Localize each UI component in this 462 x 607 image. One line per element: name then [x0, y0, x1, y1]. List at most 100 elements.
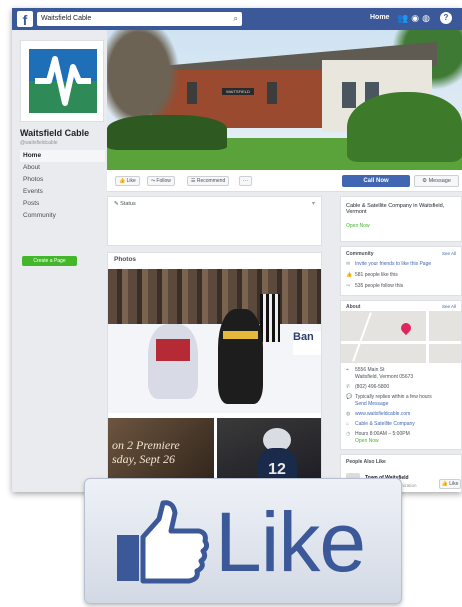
likes-text: 581 people like this [355, 272, 398, 278]
map-road [352, 312, 372, 362]
premiere-line-2: sday, Sept 26 [112, 452, 175, 466]
cover-bush [347, 92, 462, 162]
phone-icon: ✆ [346, 384, 351, 390]
rink-board-text: Ban [293, 331, 321, 355]
facebook-logo-icon[interactable]: f [17, 11, 33, 28]
map-pin-icon [398, 320, 414, 336]
page-category: Cable & Satellite Company in Waitsfield,… [346, 203, 445, 215]
window [342, 82, 356, 108]
category-row[interactable]: ⌂ Cable & Satellite Company [346, 421, 415, 427]
create-page-button[interactable]: Create a Page [22, 256, 77, 266]
status-tab[interactable]: ✎ Status [114, 201, 136, 207]
hockey-photo[interactable]: Ban [108, 269, 321, 413]
map-road [426, 311, 429, 363]
address-line-1: 5556 Main St [355, 367, 385, 373]
like-text: Like [215, 495, 366, 589]
community-card: Community See All ✉ Invite your friends t… [340, 246, 462, 296]
status-composer[interactable]: ✎ Status ▾ [107, 196, 322, 246]
about-title: About [346, 304, 361, 310]
follow-icon: ⤳ [346, 283, 351, 289]
recommend-button[interactable]: ☰ Recommend [187, 176, 230, 186]
top-icons: 👥◉◍ [397, 13, 433, 24]
search-input[interactable]: Waitsfield Cable ⌕ [37, 12, 242, 26]
chevron-down-icon[interactable]: ▾ [312, 200, 315, 207]
call-now-button[interactable]: Call Now [342, 175, 410, 187]
top-bar: f Waitsfield Cable ⌕ Home 👥◉◍ ? [12, 8, 462, 30]
response-text: Typically replies within a few hours [355, 394, 432, 400]
send-message-link[interactable]: Send Message [355, 401, 388, 407]
like-button[interactable]: 👍 Like [115, 176, 140, 186]
phone-row[interactable]: ✆ (802) 496-5800 [346, 384, 389, 390]
nav-item-about[interactable]: About [20, 162, 105, 174]
building-sign: WAITSFIELD [222, 88, 254, 95]
like-label: Like [126, 178, 136, 184]
facebook-page-screenshot: f Waitsfield Cable ⌕ Home 👥◉◍ ? Waitsfie… [12, 8, 462, 492]
messages-icon[interactable]: ◉ [411, 13, 422, 23]
website-row[interactable]: ◍ www.waitsfieldcable.com [346, 411, 410, 417]
follow-label: Follow [156, 178, 171, 184]
cover-photo[interactable]: WAITSFIELD [107, 30, 462, 170]
location-icon: ⌖ [346, 367, 349, 373]
community-title: Community [346, 251, 374, 257]
category-link: Cable & Satellite Company [355, 421, 415, 427]
more-button[interactable]: ··· [239, 176, 252, 186]
invite-icon: ✉ [346, 261, 351, 267]
website-link: www.waitsfieldcable.com [355, 411, 411, 417]
page-action-bar: 👍 Like ⤳ Follow ☰ Recommend ··· Call Now… [107, 170, 462, 192]
player-bruins-stripe [223, 331, 258, 339]
left-column: Waitsfield Cable @waitsfieldcable Home A… [12, 30, 107, 492]
search-value: Waitsfield Cable [41, 15, 92, 22]
suggested-like-label: Like [449, 481, 459, 487]
response-row: 💬 Typically replies within a few hours [346, 394, 432, 400]
nav-item-home[interactable]: Home [20, 150, 105, 162]
also-like-title: People Also Like [346, 459, 386, 465]
window [187, 82, 197, 104]
suggested-like-button[interactable]: 👍 Like [439, 479, 461, 489]
photos-title[interactable]: Photos [114, 256, 136, 263]
player-bruins [218, 309, 263, 404]
location-map[interactable] [341, 311, 461, 363]
like-button-graphic: Like [84, 478, 402, 604]
nav-item-posts[interactable]: Posts [20, 198, 105, 210]
player-rangers [148, 324, 198, 399]
open-now-status: Open Now [346, 223, 370, 229]
search-icon[interactable]: ⌕ [234, 12, 238, 26]
follows-row: ⤳ 535 people follow this [346, 283, 403, 289]
hours-row: ◷ Hours 8:00AM – 5:00PM [346, 431, 410, 437]
nav-item-photos[interactable]: Photos [20, 174, 105, 186]
page-profile-picture[interactable] [20, 40, 104, 122]
home-link[interactable]: Home [370, 14, 389, 21]
clock-icon: ◷ [346, 431, 351, 437]
nav-item-events[interactable]: Events [20, 186, 105, 198]
community-see-all[interactable]: See All [442, 251, 456, 256]
tag-icon: ⌂ [346, 421, 350, 427]
hours-open-now: Open Now [355, 438, 379, 444]
page-nav: Home About Photos Events Posts Community [20, 150, 105, 222]
follow-button[interactable]: ⤳ Follow [147, 176, 175, 186]
chat-icon: 💬 [346, 394, 353, 400]
about-card: About See All ⌖ 5556 Main St Waitsfield, … [340, 300, 462, 450]
nav-item-community[interactable]: Community [20, 210, 105, 222]
invite-text: Invite your friends to like this Page [355, 261, 432, 267]
friends-icon[interactable]: 👥 [397, 13, 411, 23]
photos-section: Photos Ban on 2 Premiere sday, Sept 26 1… [107, 252, 322, 492]
cover-bush [107, 115, 227, 150]
likes-row: 👍 581 people like this [346, 272, 398, 278]
category-card: Cable & Satellite Company in Waitsfield,… [340, 196, 462, 242]
window [267, 82, 277, 104]
ice-rink [108, 324, 321, 413]
help-icon[interactable]: ? [440, 12, 452, 24]
status-label: Status [120, 201, 136, 207]
about-see-all[interactable]: See All [442, 304, 456, 309]
page-handle: @waitsfieldcable [20, 140, 58, 146]
message-button[interactable]: ⚙ Message [414, 175, 459, 187]
globe-icon[interactable]: ◍ [422, 13, 433, 23]
address-row[interactable]: ⌖ 5556 Main St [346, 367, 384, 373]
thumbs-up-icon [117, 500, 209, 584]
hours-text: Hours 8:00AM – 5:00PM [355, 431, 410, 437]
page-name[interactable]: Waitsfield Cable [20, 128, 89, 138]
invite-row[interactable]: ✉ Invite your friends to like this Page [346, 261, 431, 267]
address-line-2: Waitsfield, Vermont 05673 [355, 374, 414, 380]
phone-text: (802) 496-5800 [355, 384, 390, 390]
premiere-line-1: on 2 Premiere [112, 438, 180, 452]
